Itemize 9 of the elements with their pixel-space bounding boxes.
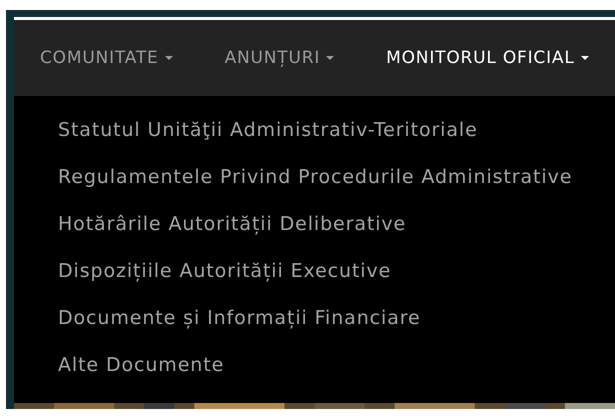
nav-link[interactable]: COMUNITATE (40, 48, 173, 68)
menu-item[interactable]: Documente și Informații Financiare (58, 306, 615, 353)
menu-item[interactable]: Hotărârile Autorității Deliberative (58, 212, 615, 259)
nav-link[interactable]: MONITORUL OFICIAL (386, 48, 589, 68)
menu-item[interactable]: Alte Documente (58, 353, 615, 400)
nav-link[interactable]: ANUNȚURI (224, 48, 334, 68)
menu-item[interactable]: Regulamentele Privind Procedurile Administrative (58, 165, 615, 212)
menu-item[interactable]: Dispozițiile Autorității Executive (58, 259, 615, 306)
menu-item[interactable]: Statutul Unităţii Administrativ-Teritoriale (58, 118, 615, 165)
